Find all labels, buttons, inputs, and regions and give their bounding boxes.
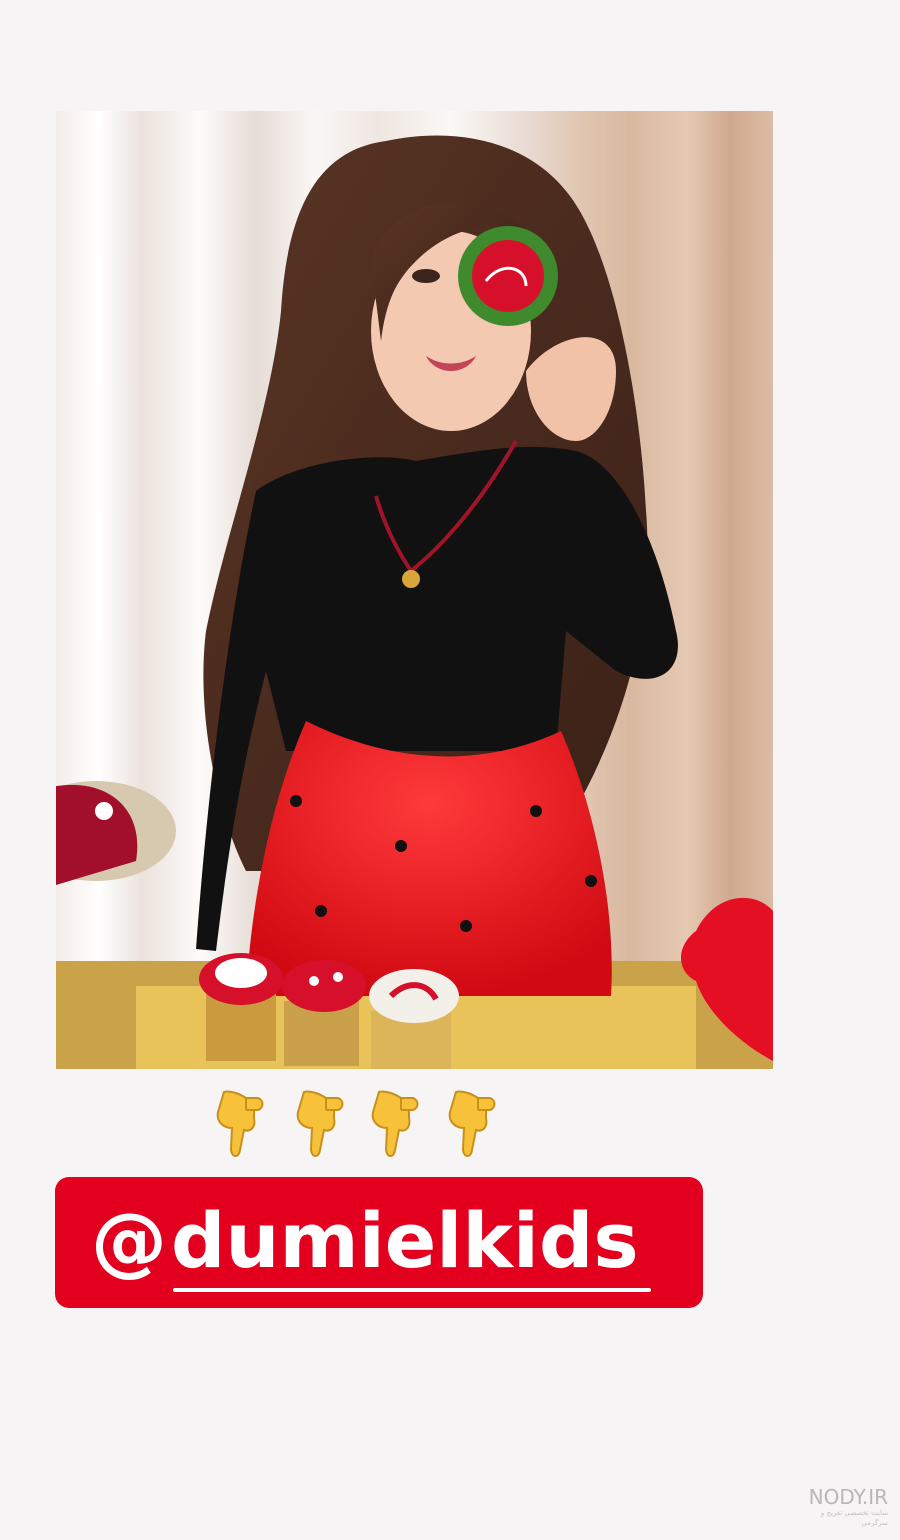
mention-sticker[interactable]: @ dumielkids [55, 1177, 703, 1308]
mention-at-sign: @ [91, 1196, 167, 1285]
story-photo [56, 111, 773, 1069]
watermark-subtitle: سایت تخصصی تفریح و سرگرمی [820, 1509, 888, 1527]
pointing-down-icon [296, 1090, 344, 1157]
mention-username[interactable]: dumielkids [171, 1193, 639, 1289]
mention-underline [173, 1288, 651, 1292]
pointing-down-icon [371, 1090, 419, 1157]
pointing-down-icon [216, 1090, 264, 1157]
watermark: NODY.IR سایت تخصصی تفریح و سرگرمی [808, 1486, 888, 1528]
pointing-down-icon [448, 1090, 496, 1157]
pointing-down-emoji-row [210, 1088, 510, 1168]
watermark-title: NODY.IR [808, 1485, 888, 1509]
